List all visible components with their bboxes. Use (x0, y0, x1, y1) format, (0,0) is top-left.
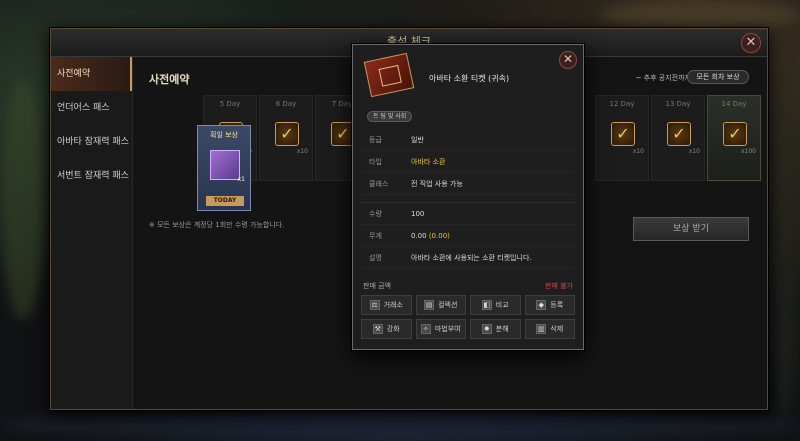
register-button[interactable]: ◆ 등록 (524, 295, 575, 315)
hammer-icon: ⚒ (372, 324, 383, 334)
day-label: 6 Day (275, 100, 297, 108)
day-label: 12 Day (609, 100, 635, 108)
scale-icon: ⚖ (369, 300, 380, 310)
claim-reward-button[interactable]: 보상 받기 (633, 217, 749, 241)
enchant-button[interactable]: ✧ 마법부여 (415, 319, 466, 339)
action-label: 등록 (550, 301, 564, 309)
background-blob (770, 60, 800, 420)
stat-row: 클래스 전 직업 사용 가능 (361, 173, 575, 195)
action-label: 분해 (495, 325, 509, 333)
gear-icon: ✹ (481, 324, 492, 334)
checkmark-icon: ✓ (723, 122, 747, 146)
day-card[interactable]: 12 Day ✓ x10 (595, 95, 649, 181)
weight-value: 0.00 (411, 231, 427, 240)
stat-key: 무게 (369, 231, 382, 240)
sell-price-row: 판매 금액 판매 불가 (363, 281, 573, 291)
background-blob (0, 80, 46, 320)
period-notice: ~ 추후 공지전까지 (635, 74, 691, 82)
stat-row: 수량 100 (361, 203, 575, 225)
close-icon: ✕ (562, 52, 574, 66)
today-badge: TODAY (206, 196, 244, 206)
compare-icon: ◧ (481, 300, 492, 310)
section-title: 사전예약 (149, 73, 190, 86)
sidebar-item-avatar-pass[interactable]: 아바타 잠재력 패스 (51, 125, 132, 159)
stat-value: 0.00 (0.00) (411, 232, 450, 240)
sidebar-item-underus-pass[interactable]: 언더어스 패스 (51, 91, 132, 125)
disassemble-button[interactable]: ✹ 분해 (470, 319, 521, 339)
diamond-icon: ◆ (536, 300, 547, 310)
sell-value: 판매 불가 (545, 282, 573, 290)
day-card[interactable]: 6 Day ✓ x10 (259, 95, 313, 181)
book-icon: ▤ (424, 300, 435, 310)
background-blob (0, 410, 800, 441)
item-tag: 트 팀 및 사회 (367, 111, 413, 122)
action-label: 마법부여 (434, 325, 461, 333)
stat-key: 설명 (369, 253, 382, 262)
all-rewards-button[interactable]: 모든 회차 보상 (687, 70, 749, 84)
magic-icon: ✧ (420, 324, 431, 334)
background-blob (600, 0, 800, 30)
action-label: 거래소 (383, 301, 403, 309)
day-label: 13 Day (665, 100, 691, 108)
action-label: 컬렉션 (438, 301, 458, 309)
ticket-icon (363, 52, 415, 98)
stat-row: 등급 일반 (361, 129, 575, 151)
item-name: 아바타 소환 티켓 (귀속) (429, 74, 510, 83)
tooltip-close-button[interactable]: ✕ (559, 51, 577, 69)
divider (361, 195, 575, 203)
sidebar: 사전예약 언더어스 패스 아바타 잠재력 패스 서번트 잠재력 패스 (51, 57, 133, 409)
stat-key: 타입 (369, 157, 382, 166)
day-qty: x10 (632, 148, 644, 155)
action-label: 비교 (495, 301, 509, 309)
day-qty: x10 (296, 148, 308, 155)
stat-value: 일반 (411, 135, 424, 144)
close-icon: ✕ (745, 35, 757, 50)
stat-value: 100 (411, 209, 425, 218)
sell-label: 판매 금액 (363, 282, 391, 290)
stat-key: 수량 (369, 209, 382, 218)
stat-row: 설명 아바타 소환에 사용되는 소환 티켓입니다. (361, 247, 575, 269)
day-label: 14 Day (721, 100, 747, 108)
checkmark-icon: ✓ (667, 122, 691, 146)
gift-box-icon (210, 150, 240, 180)
stat-value: 전 직업 사용 가능 (411, 179, 463, 188)
enhance-button[interactable]: ⚒ 강화 (361, 319, 412, 339)
item-tooltip: ✕ 아바타 소환 티켓 (귀속) 트 팀 및 사회 등급 일반 타입 아바타 소… (352, 44, 584, 350)
reward-footnote: ※ 모든 보상은 계정당 1회만 수령 가능합니다. (149, 221, 285, 229)
stat-key: 클래스 (369, 179, 389, 188)
stat-value: 아바타 소환에 사용되는 소환 티켓입니다. (411, 253, 532, 262)
stat-key: 등급 (369, 135, 382, 144)
sidebar-item-servant-pass[interactable]: 서번트 잠재력 패스 (51, 159, 132, 193)
checkmark-icon: ✓ (611, 122, 635, 146)
stat-row: 무게 0.00 (0.00) (361, 225, 575, 247)
day-label: 5 Day (219, 100, 241, 108)
today-card-qty: x1 (237, 176, 245, 183)
day-card[interactable]: 13 Day ✓ x10 (651, 95, 705, 181)
checkmark-icon: ✓ (275, 122, 299, 146)
compare-button[interactable]: ◧ 비교 (470, 295, 521, 315)
trash-icon: ▥ (536, 324, 547, 334)
day-card-final[interactable]: 14 Day ✓ x100 (707, 95, 761, 181)
day-qty: x10 (688, 148, 700, 155)
delete-button[interactable]: ▥ 삭제 (524, 319, 575, 339)
stat-row: 타입 아바타 소환 (361, 151, 575, 173)
day-qty: x100 (740, 148, 756, 155)
weight-extra: (0.00) (428, 231, 450, 240)
collection-button[interactable]: ▤ 컬렉션 (415, 295, 466, 315)
item-actions: ⚖ 거래소 ▤ 컬렉션 ◧ 비교 ◆ 등록 ⚒ 강화 ✧ 마법부여 ✹ 분해 ▥ 삭제 (361, 295, 575, 339)
window-close-button[interactable]: ✕ (741, 33, 761, 53)
stat-value: 아바타 소환 (411, 157, 446, 166)
today-reward-card[interactable]: 획일 보상 x1 TODAY (197, 125, 251, 211)
action-label: 삭제 (550, 325, 564, 333)
exchange-button[interactable]: ⚖ 거래소 (361, 295, 412, 315)
action-label: 강화 (386, 325, 400, 333)
sidebar-item-preregister[interactable]: 사전예약 (51, 57, 132, 91)
today-card-label: 획일 보상 (210, 131, 238, 139)
item-stats: 등급 일반 타입 아바타 소환 클래스 전 직업 사용 가능 수량 100 무게… (361, 129, 575, 269)
